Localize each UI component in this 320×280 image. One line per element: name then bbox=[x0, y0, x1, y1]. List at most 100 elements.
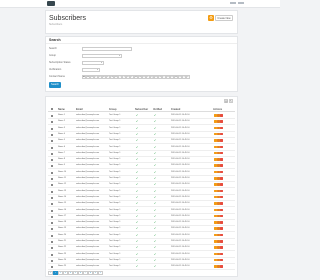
cell-email[interactable]: subscriber@example.com bbox=[76, 164, 99, 167]
row-checkbox[interactable] bbox=[51, 165, 53, 168]
cell-email[interactable]: subscriber@example.com bbox=[76, 259, 99, 262]
table-row[interactable]: Name 4 subscriber@example.com Test Group 1… bbox=[48, 132, 235, 138]
delete-icon[interactable] bbox=[220, 164, 223, 167]
cell-email[interactable]: subscriber@example.com bbox=[76, 120, 99, 123]
cell-email[interactable]: subscriber@example.com bbox=[76, 152, 99, 155]
delete-icon[interactable] bbox=[220, 258, 223, 262]
nav-item[interactable] bbox=[238, 2, 244, 4]
row-checkbox[interactable] bbox=[51, 178, 53, 180]
delete-icon[interactable] bbox=[220, 208, 223, 211]
cell-email[interactable]: subscriber@example.com bbox=[76, 196, 99, 199]
delete-icon[interactable] bbox=[220, 221, 223, 224]
delete-icon[interactable] bbox=[220, 252, 223, 256]
table-row[interactable]: Name 17 subscriber@example.com Test Group … bbox=[48, 214, 235, 220]
delete-icon[interactable] bbox=[220, 214, 223, 218]
columns-icon[interactable]: ▤ bbox=[224, 99, 228, 103]
delete-icon[interactable] bbox=[220, 227, 223, 230]
delete-icon[interactable] bbox=[220, 114, 223, 117]
cell-email[interactable]: subscriber@example.com bbox=[76, 265, 99, 268]
delete-icon[interactable] bbox=[220, 265, 223, 268]
search-button[interactable]: Search bbox=[49, 82, 61, 88]
table-row[interactable]: Name 20 subscriber@example.com Test Group … bbox=[48, 233, 235, 239]
delete-icon[interactable] bbox=[220, 139, 223, 142]
table-row[interactable]: Name 24 subscriber@example.com Test Group … bbox=[48, 258, 235, 264]
cell-email[interactable]: subscriber@example.com bbox=[76, 215, 99, 218]
table-row[interactable]: Name 3 subscriber@example.com Test Group 1… bbox=[48, 126, 235, 132]
delete-icon[interactable] bbox=[220, 145, 223, 148]
row-checkbox[interactable] bbox=[51, 171, 53, 174]
page-link[interactable]: » bbox=[98, 271, 103, 275]
cell-email[interactable]: subscriber@example.com bbox=[76, 202, 99, 205]
table-row[interactable]: Name 16 subscriber@example.com Test Group … bbox=[48, 208, 235, 214]
table-row[interactable]: Name 22 subscriber@example.com Test Group … bbox=[48, 245, 235, 252]
table-row[interactable]: Name 1 subscriber@example.com Test Group 1… bbox=[48, 113, 235, 119]
table-row[interactable]: Name 2 subscriber@example.com Test Group 1… bbox=[48, 119, 235, 126]
letter-filter-button[interactable]: Z bbox=[186, 75, 190, 79]
row-checkbox[interactable] bbox=[51, 115, 53, 117]
cell-email[interactable]: subscriber@example.com bbox=[76, 246, 99, 249]
table-row[interactable]: Name 6 subscriber@example.com Test Group 1… bbox=[48, 145, 235, 151]
search-input[interactable] bbox=[82, 47, 132, 51]
delete-icon[interactable] bbox=[220, 120, 223, 123]
delete-icon[interactable] bbox=[220, 202, 223, 205]
delete-icon[interactable] bbox=[220, 126, 223, 130]
row-checkbox[interactable] bbox=[51, 196, 53, 199]
cell-email[interactable]: subscriber@example.com bbox=[76, 253, 99, 256]
table-row[interactable]: Name 18 subscriber@example.com Test Group … bbox=[48, 220, 235, 227]
delete-icon[interactable] bbox=[220, 132, 223, 136]
row-checkbox[interactable] bbox=[51, 152, 53, 155]
table-row[interactable]: Name 8 subscriber@example.com Test Group 1… bbox=[48, 157, 235, 164]
row-checkbox[interactable] bbox=[51, 209, 53, 212]
delete-icon[interactable] bbox=[220, 170, 223, 174]
table-row[interactable]: Name 10 subscriber@example.com Test Group … bbox=[48, 170, 235, 176]
row-checkbox[interactable] bbox=[51, 215, 53, 218]
row-checkbox[interactable] bbox=[51, 247, 53, 250]
row-checkbox[interactable] bbox=[51, 140, 53, 143]
subscription-status-select[interactable]: ▾ bbox=[82, 61, 104, 65]
delete-icon[interactable] bbox=[220, 183, 223, 186]
cell-email[interactable]: subscriber@example.com bbox=[76, 209, 99, 212]
verification-select[interactable]: ▾ bbox=[82, 68, 100, 72]
row-checkbox[interactable] bbox=[51, 146, 53, 149]
row-checkbox[interactable] bbox=[51, 259, 53, 262]
create-new-button[interactable]: Create New bbox=[215, 15, 233, 21]
table-row[interactable]: Name 7 subscriber@example.com Test Group 1… bbox=[48, 151, 235, 157]
cell-email[interactable]: subscriber@example.com bbox=[76, 177, 99, 180]
app-logo[interactable] bbox=[47, 1, 55, 6]
cell-email[interactable]: subscriber@example.com bbox=[76, 183, 99, 186]
cell-email[interactable]: subscriber@example.com bbox=[76, 114, 99, 117]
table-row[interactable]: Name 9 subscriber@example.com Test Group 1… bbox=[48, 163, 235, 170]
gear-icon[interactable]: ⚙ bbox=[208, 15, 214, 21]
cell-email[interactable]: subscriber@example.com bbox=[76, 240, 99, 243]
group-select[interactable]: ▾ bbox=[82, 54, 122, 58]
cell-email[interactable]: subscriber@example.com bbox=[76, 190, 99, 193]
delete-icon[interactable] bbox=[220, 233, 223, 237]
cell-email[interactable]: subscriber@example.com bbox=[76, 146, 99, 149]
delete-icon[interactable] bbox=[220, 195, 223, 199]
row-checkbox[interactable] bbox=[51, 266, 53, 269]
delete-icon[interactable] bbox=[220, 246, 223, 249]
refresh-icon[interactable]: ↻ bbox=[229, 99, 233, 103]
table-row[interactable]: Name 25 subscriber@example.com Test Group … bbox=[48, 264, 235, 271]
nav-item[interactable] bbox=[230, 2, 236, 4]
table-row[interactable]: Name 19 subscriber@example.com Test Group … bbox=[48, 226, 235, 233]
delete-icon[interactable] bbox=[220, 151, 223, 155]
cell-email[interactable]: subscriber@example.com bbox=[76, 127, 99, 130]
row-checkbox[interactable] bbox=[51, 159, 53, 162]
cell-email[interactable]: subscriber@example.com bbox=[76, 158, 99, 161]
row-checkbox[interactable] bbox=[51, 203, 53, 206]
table-row[interactable]: Name 13 subscriber@example.com Test Group … bbox=[48, 189, 235, 195]
table-row[interactable]: Name 5 subscriber@example.com Test Group 1… bbox=[48, 138, 235, 145]
delete-icon[interactable] bbox=[220, 189, 223, 193]
select-all-checkbox[interactable] bbox=[51, 108, 53, 110]
row-checkbox[interactable] bbox=[51, 184, 53, 187]
delete-icon[interactable] bbox=[220, 158, 223, 161]
delete-icon[interactable] bbox=[220, 240, 223, 243]
row-checkbox[interactable] bbox=[51, 127, 53, 130]
row-checkbox[interactable] bbox=[51, 241, 53, 243]
table-row[interactable]: Name 11 subscriber@example.com Test Group … bbox=[48, 176, 235, 182]
table-row[interactable]: Name 12 subscriber@example.com Test Group … bbox=[48, 182, 235, 189]
table-row[interactable]: Name 23 subscriber@example.com Test Group … bbox=[48, 252, 235, 258]
delete-icon[interactable] bbox=[220, 177, 223, 180]
row-checkbox[interactable] bbox=[51, 234, 53, 237]
